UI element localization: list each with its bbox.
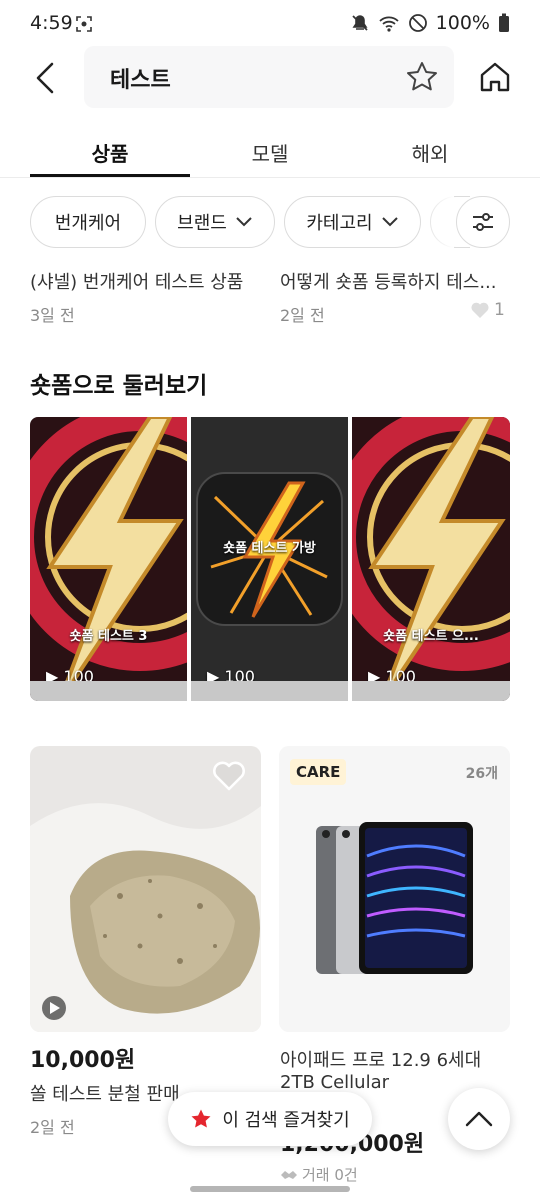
product-title[interactable]: (샤넬) 번개케어 테스트 상품 xyxy=(30,268,266,294)
mute-icon xyxy=(352,15,368,31)
like-count-value: 1 xyxy=(494,300,505,320)
home-icon xyxy=(480,62,510,92)
scroll-top-button[interactable] xyxy=(448,1088,510,1150)
product-photo xyxy=(279,746,510,1032)
chip-bungae-care[interactable]: 번개케어 xyxy=(30,196,146,248)
shorts-caption: 숏폼 테스트 가방 xyxy=(223,541,316,556)
product-title-line2[interactable]: 2TB Cellular xyxy=(280,1072,389,1093)
favorite-star-button[interactable] xyxy=(405,60,439,94)
chip-label: 브랜드 xyxy=(177,213,227,234)
save-search-button[interactable]: 이 검색 즐겨찾기 xyxy=(168,1092,372,1146)
chip-label: 카테고리 xyxy=(306,213,373,234)
wifi-icon xyxy=(379,16,399,32)
search-query[interactable]: 테스트 xyxy=(110,62,171,94)
handshake-icon xyxy=(281,1170,297,1179)
shorts-caption: 숏폼 테스트 3 xyxy=(69,629,148,644)
shorts-progress-strip xyxy=(30,681,187,701)
product-title-line1[interactable]: 아이패드 프로 12.9 6세대 xyxy=(280,1046,481,1072)
back-arrow-icon xyxy=(36,62,54,94)
chip-category[interactable]: 카테고리 xyxy=(284,196,421,248)
chevron-down-icon xyxy=(381,217,398,227)
status-right: 100% xyxy=(350,12,510,34)
tab-products[interactable]: 상품 xyxy=(30,138,190,167)
back-button[interactable] xyxy=(30,60,62,96)
product-date: 2일 전 xyxy=(30,1118,75,1137)
save-search-label: 이 검색 즐겨찾기 xyxy=(222,1110,350,1131)
tab-overseas[interactable]: 해외 xyxy=(350,138,510,167)
like-count: 1 xyxy=(470,300,505,320)
star-icon xyxy=(407,62,437,91)
home-button[interactable] xyxy=(478,60,512,94)
tab-models[interactable]: 모델 xyxy=(190,138,350,167)
shorts-thumbnail xyxy=(352,417,510,701)
chip-brand[interactable]: 브랜드 xyxy=(155,196,275,248)
like-button[interactable] xyxy=(212,760,246,792)
product-date: 3일 전 xyxy=(30,306,75,325)
section-title: 숏폼으로 둘러보기 xyxy=(30,373,208,399)
chevron-up-icon xyxy=(465,1111,493,1127)
product-date: 2일 전 xyxy=(280,306,325,325)
product-title[interactable]: 쏠 테스트 분철 판매 xyxy=(30,1080,180,1106)
trade-count-text: 거래 0건 xyxy=(302,1166,358,1184)
home-indicator xyxy=(190,1186,350,1192)
chip-fade xyxy=(420,190,454,256)
shorts-card[interactable]: 숏폼 테스트 으... ▶ 100 xyxy=(352,417,510,701)
shorts-thumbnail xyxy=(30,417,187,701)
filter-settings-button[interactable] xyxy=(456,196,510,248)
item-count: 26개 xyxy=(465,766,498,782)
dnd-icon xyxy=(408,14,427,32)
battery-icon xyxy=(499,13,509,32)
product-image[interactable] xyxy=(279,746,510,1032)
star-filled-icon xyxy=(191,1109,211,1128)
shorts-card[interactable]: 숏폼 테스트 가방 ▶ 100 xyxy=(191,417,348,701)
shorts-caption: 숏폼 테스트 으... xyxy=(383,629,479,644)
battery-percent: 100% xyxy=(435,12,490,34)
chip-label: 번개케어 xyxy=(54,213,122,234)
chevron-down-icon xyxy=(236,217,252,227)
sliders-icon xyxy=(473,213,493,231)
heart-outline-icon xyxy=(213,761,245,791)
shorts-progress-strip xyxy=(352,681,510,701)
product-price: 10,000원 xyxy=(30,1048,136,1073)
screenshot-icon xyxy=(76,16,92,32)
heart-icon xyxy=(471,302,489,318)
tabs-divider xyxy=(0,177,540,178)
trade-count: 거래 0건 xyxy=(280,1164,358,1185)
status-time: 4:59 xyxy=(30,12,73,34)
product-title[interactable]: 어떻게 숏폼 등록하지 테스... xyxy=(280,268,512,294)
shorts-card[interactable]: 숏폼 테스트 3 ▶ 100 xyxy=(30,417,187,701)
status-bar: 4:59 100% xyxy=(0,0,540,50)
care-badge: CARE xyxy=(290,759,347,785)
shorts-progress-strip xyxy=(191,681,348,701)
shorts-thumbnail xyxy=(191,417,348,701)
